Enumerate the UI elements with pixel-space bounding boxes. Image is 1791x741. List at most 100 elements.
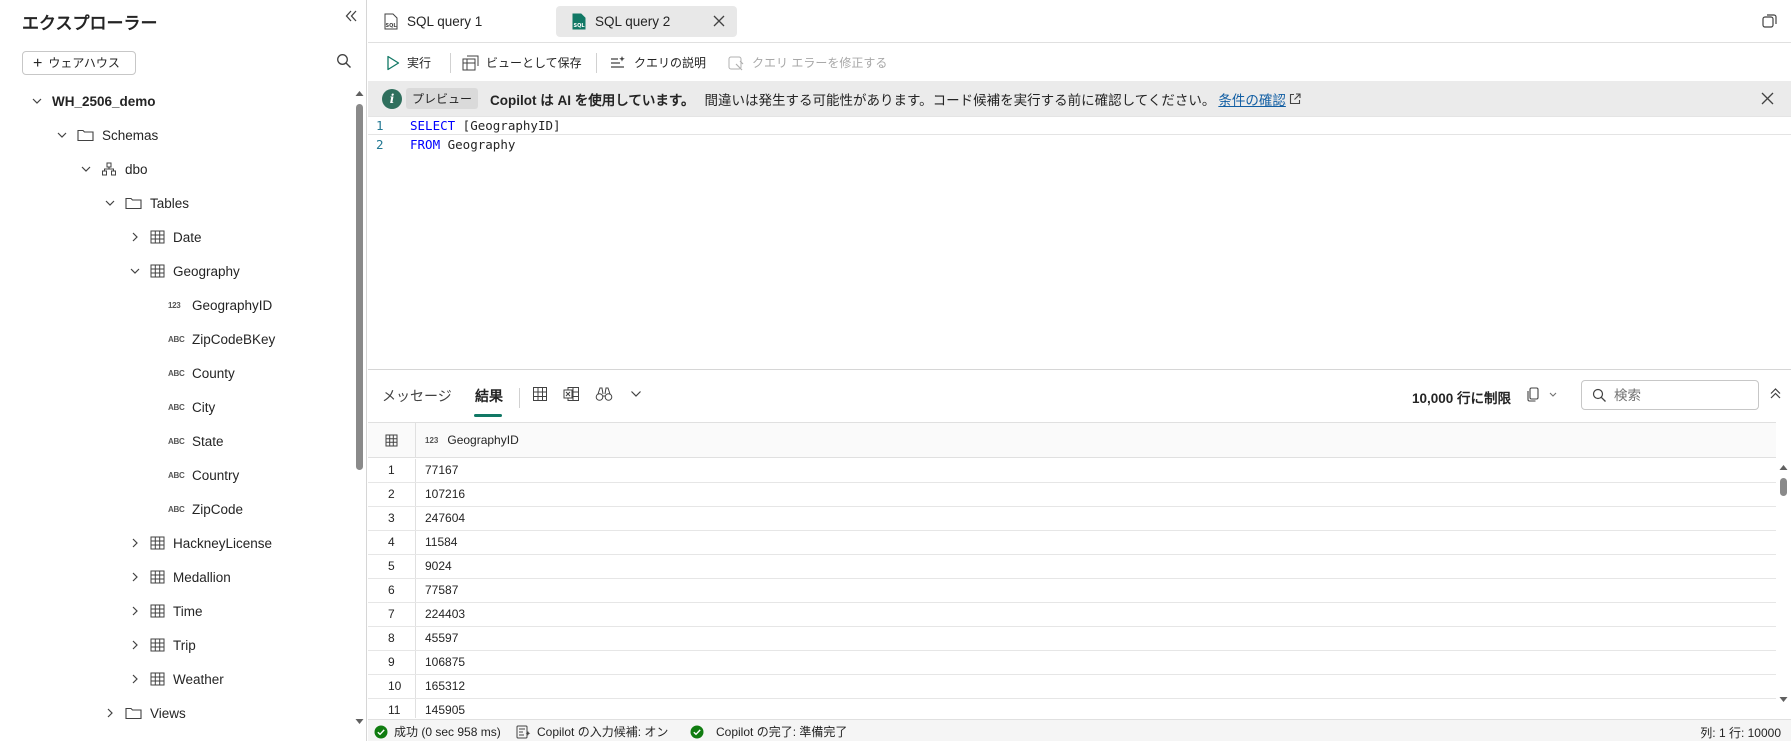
status-copilot-suggestions[interactable]: Copilot の入力候補: オン (516, 723, 668, 740)
fix-query-errors-button[interactable]: クエリ エラーを修正する (728, 44, 887, 81)
tree-node-table-time[interactable]: Time (128, 594, 203, 628)
tree-node-column[interactable]: 123 GeographyID (168, 288, 272, 322)
table-row[interactable]: 2 107216 (368, 483, 1776, 507)
sql-text: [GeographyID] (455, 118, 561, 133)
tree-node-table-date[interactable]: Date (128, 220, 202, 254)
table-view-icon[interactable] (532, 386, 548, 402)
query-tabs: SQL SQL query 1 SQL SQL query 2 (368, 0, 1791, 43)
tree-node-table-medallion[interactable]: Medallion (128, 560, 231, 594)
table-row[interactable]: 3 247604 (368, 507, 1776, 531)
external-link-icon[interactable] (1289, 92, 1301, 105)
close-icon[interactable] (1760, 91, 1775, 106)
results-search-input[interactable] (1614, 386, 1750, 404)
explain-query-button[interactable]: クエリの説明 (610, 44, 706, 81)
scrollbar-thumb[interactable] (1780, 478, 1787, 496)
tree-node-column[interactable]: ABC City (168, 390, 215, 424)
cell-geographyid[interactable]: 106875 (416, 651, 465, 674)
tab-messages[interactable]: メッセージ (382, 386, 452, 406)
tree-node-label: Medallion (173, 569, 231, 585)
tree-node-tables[interactable]: Tables (103, 186, 189, 220)
table-row[interactable]: 11 145905 (368, 699, 1776, 718)
tree-node-label: City (192, 399, 216, 415)
tree-node-table-weather[interactable]: Weather (128, 662, 224, 696)
tree-node-table-trip[interactable]: Trip (128, 628, 196, 662)
scrollbar-thumb[interactable] (356, 104, 363, 470)
scroll-down-arrow-icon (355, 719, 364, 724)
run-button[interactable]: 実行 (386, 44, 431, 81)
tab-results[interactable]: 結果 (475, 386, 503, 406)
row-limit-label[interactable]: 10,000 行に制限 (1412, 387, 1511, 407)
row-number: 5 (368, 555, 416, 578)
collapse-explorer-button[interactable] (341, 8, 361, 28)
tree-node-table-geography[interactable]: Geography (128, 254, 240, 288)
search-icon (337, 54, 351, 68)
tree-node-label: dbo (125, 161, 148, 177)
add-warehouse-label: ウェアハウス (48, 56, 120, 70)
column-header-label: GeographyID (447, 433, 519, 447)
double-chevron-up-icon[interactable] (1768, 386, 1783, 401)
cell-geographyid[interactable]: 77587 (416, 579, 458, 602)
tree-node-column[interactable]: ABC ZipCodeBKey (168, 322, 275, 356)
results-scrollbar[interactable] (1777, 460, 1789, 710)
select-all-cell[interactable] (368, 423, 416, 458)
explain-query-label: クエリの説明 (634, 56, 707, 70)
tab-sql-query-2[interactable]: SQL SQL query 2 (556, 6, 737, 37)
cell-geographyid[interactable]: 247604 (416, 507, 465, 530)
tab-sql-query-1[interactable]: SQL SQL query 1 (368, 6, 548, 37)
table-row[interactable]: 7 224403 (368, 603, 1776, 627)
chevron-down-icon[interactable] (630, 390, 642, 398)
column-header-geographyid[interactable]: 123 GeographyID (416, 423, 519, 457)
cell-geographyid[interactable]: 165312 (416, 675, 465, 698)
tree-node-column[interactable]: ABC County (168, 356, 235, 390)
tree-node-column[interactable]: ABC ZipCode (168, 492, 243, 526)
terms-link[interactable]: 条件の確認 (1218, 89, 1286, 109)
cell-geographyid[interactable]: 77167 (416, 459, 458, 482)
table-row[interactable]: 10 165312 (368, 675, 1776, 699)
scroll-up-arrow-icon (1779, 465, 1788, 470)
table-row[interactable]: 1 77167 (368, 459, 1776, 483)
tree-node-dbo[interactable]: dbo (79, 152, 148, 186)
cell-geographyid[interactable]: 145905 (416, 699, 465, 718)
text-type-icon: ABC (168, 368, 185, 378)
chevron-right-icon (132, 640, 138, 650)
cell-geographyid[interactable]: 45597 (416, 627, 458, 650)
svg-text:SQL: SQL (574, 23, 586, 29)
code-line: 1 SELECT [GeographyID] (368, 116, 1791, 135)
copy-button[interactable] (1526, 386, 1558, 405)
tree-node-schemas[interactable]: Schemas (55, 118, 158, 152)
results-search[interactable] (1581, 380, 1759, 410)
table-row[interactable]: 8 45597 (368, 627, 1776, 651)
row-number: 1 (368, 459, 416, 482)
cell-geographyid[interactable]: 107216 (416, 483, 465, 506)
tree-node-label: Weather (173, 671, 224, 687)
tree-node-warehouse[interactable]: WH_2506_demo (30, 84, 156, 118)
sql-editor[interactable]: 1 SELECT [GeographyID] 2 FROM Geography (368, 116, 1791, 370)
close-icon[interactable] (711, 13, 727, 29)
table-row[interactable]: 9 106875 (368, 651, 1776, 675)
tree-node-label: Tables (150, 195, 190, 211)
tree-node-column[interactable]: ABC State (168, 424, 224, 458)
save-as-view-button[interactable]: ビューとして保存 (462, 44, 582, 81)
row-number: 6 (368, 579, 416, 602)
table-row[interactable]: 4 11584 (368, 531, 1776, 555)
fix-query-errors-label: クエリ エラーを修正する (752, 56, 888, 70)
cell-geographyid[interactable]: 224403 (416, 603, 465, 626)
tree-node-label: Schemas (102, 127, 159, 143)
tree-node-label: County (192, 365, 235, 381)
table-row[interactable]: 5 9024 (368, 555, 1776, 579)
chevron-down-icon (1549, 392, 1557, 397)
tree-node-column[interactable]: ABC Country (168, 458, 239, 492)
sql-text: Geography (440, 137, 516, 152)
tree-node-table-hackneylicense[interactable]: HackneyLicense (128, 526, 272, 560)
restore-window-icon[interactable] (1761, 12, 1779, 30)
cell-geographyid[interactable]: 9024 (416, 555, 452, 578)
explorer-scrollbar[interactable] (354, 88, 364, 728)
tree-node-views[interactable]: Views (103, 696, 186, 729)
table-row[interactable]: 6 77587 (368, 579, 1776, 603)
row-number: 4 (368, 531, 416, 554)
cell-geographyid[interactable]: 11584 (416, 531, 457, 554)
add-warehouse-button[interactable]: + ウェアハウス (22, 51, 136, 75)
explorer-search-button[interactable] (336, 53, 356, 73)
excel-icon[interactable] (563, 386, 580, 402)
binoculars-icon[interactable] (595, 386, 613, 402)
